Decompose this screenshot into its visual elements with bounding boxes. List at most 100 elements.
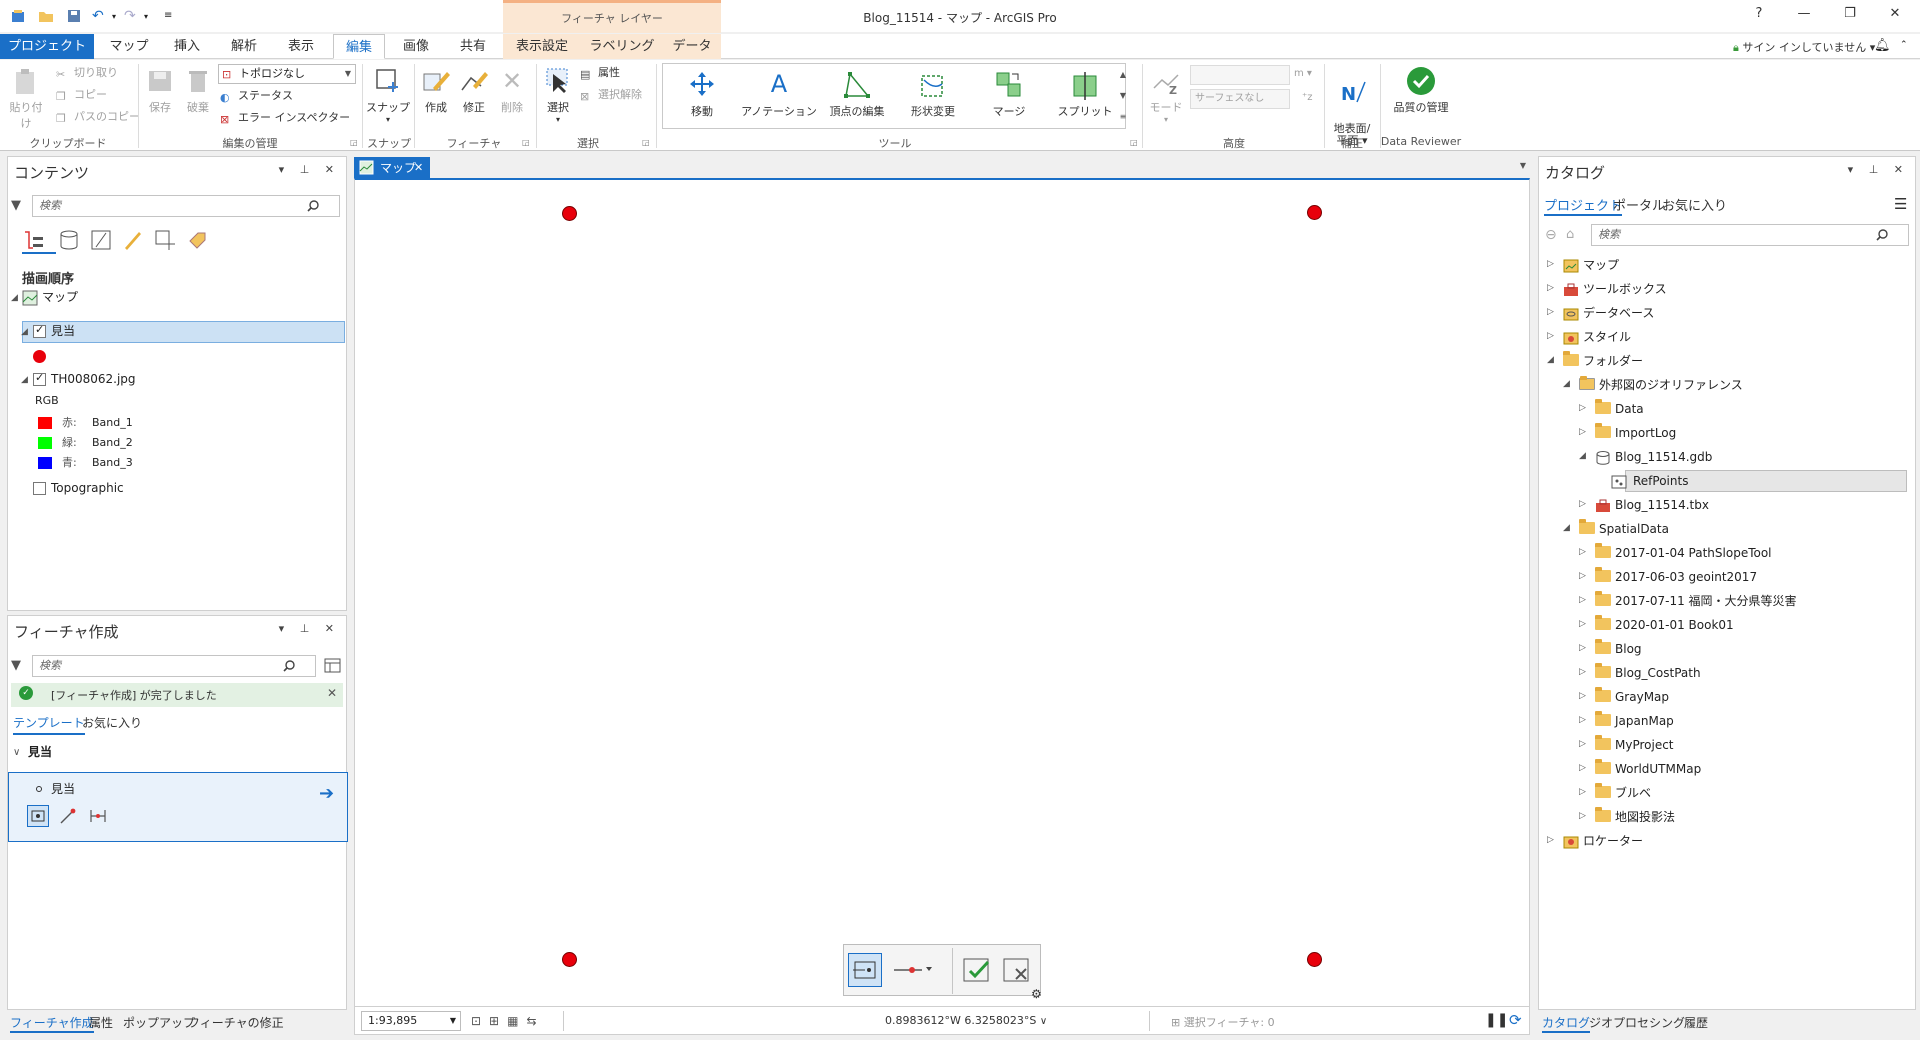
map-canvas[interactable]: [354, 178, 1530, 1006]
tab-labeling[interactable]: ラベリング: [581, 34, 663, 59]
copy-button[interactable]: ❐ コピー: [56, 86, 107, 104]
tree-expander-icon[interactable]: ◢: [1547, 355, 1554, 365]
pane-controls[interactable]: ▾ ⊥ ✕: [279, 622, 340, 635]
toolbar-settings-gear-icon[interactable]: ⚙: [1031, 987, 1045, 1001]
copy-path-button[interactable]: ❐ パスのコピー: [56, 108, 140, 126]
point-along-line-icon[interactable]: [89, 807, 107, 825]
close-tab-icon[interactable]: ✕: [414, 157, 423, 179]
scale-dropdown[interactable]: 1:93,895 ▼: [361, 1011, 461, 1031]
back-icon[interactable]: ⊖: [1545, 227, 1557, 243]
reshape-tool-button[interactable]: 形状変更: [897, 70, 969, 119]
group-expander[interactable]: ∨: [13, 747, 20, 758]
band-color-swatch[interactable]: [38, 457, 52, 469]
layer-raster-expander[interactable]: ◢: [21, 375, 28, 385]
tree-expander-icon[interactable]: ▷: [1579, 691, 1586, 701]
contents-search-input[interactable]: 検索: [32, 195, 340, 217]
topology-dropdown[interactable]: ⊡ トポロジなし ▼: [218, 64, 356, 84]
close-icon[interactable]: ✕: [1885, 6, 1905, 24]
layer-basemap-label[interactable]: Topographic: [51, 478, 124, 498]
tab-templates[interactable]: テンプレート: [13, 714, 85, 735]
paste-button[interactable]: 貼り付け: [6, 66, 46, 131]
finish-icon[interactable]: [960, 953, 994, 987]
tree-expander-icon[interactable]: ◢: [1579, 451, 1586, 461]
tab-popups[interactable]: ポップアップ: [123, 1014, 195, 1031]
tree-expander-icon[interactable]: ▷: [1547, 331, 1554, 341]
tab-data[interactable]: データ: [663, 34, 721, 59]
minimize-icon[interactable]: —: [1794, 6, 1814, 24]
save-edits-button[interactable]: 保存: [142, 66, 178, 115]
tab-favorites[interactable]: お気に入り: [82, 714, 142, 731]
tree-expander-icon[interactable]: ▷: [1547, 259, 1554, 269]
discard-edits-button[interactable]: 破棄: [180, 66, 216, 115]
coordinate-readout[interactable]: 0.8983612°W 6.3258023°S ∨: [885, 1014, 1047, 1027]
elevation-value-input[interactable]: [1190, 65, 1290, 85]
tab-analysis[interactable]: 解析: [219, 34, 269, 59]
tab-view[interactable]: 表示: [276, 34, 326, 59]
layer-raster-checkbox[interactable]: [33, 371, 46, 386]
move-tool-button[interactable]: 移動: [669, 70, 735, 119]
tree-expander-icon[interactable]: ▷: [1579, 787, 1586, 797]
manage-edits-launcher-icon[interactable]: ◲: [350, 138, 358, 147]
tree-expander-icon[interactable]: ◢: [1563, 523, 1570, 533]
layer-points-expander[interactable]: ◢: [21, 327, 28, 337]
band-color-swatch[interactable]: [38, 437, 52, 449]
filter-icon[interactable]: ▼: [11, 198, 21, 213]
tree-expander-icon[interactable]: ▷: [1547, 835, 1554, 845]
tab-insert[interactable]: 挿入: [162, 34, 212, 59]
tab-geoprocessing[interactable]: ジオプロセシング: [1589, 1014, 1685, 1031]
manage-templates-icon[interactable]: [324, 657, 342, 675]
tree-expander-icon[interactable]: ▷: [1579, 763, 1586, 773]
map-node-label[interactable]: マップ: [42, 287, 78, 307]
tab-project[interactable]: プロジェクト: [0, 34, 94, 59]
map-expander[interactable]: ◢: [11, 293, 18, 303]
layer-raster-label[interactable]: TH008062.jpg: [51, 369, 136, 389]
surface-dropdown[interactable]: サーフェスなし: [1190, 89, 1290, 109]
list-by-snapping-icon[interactable]: [154, 229, 176, 251]
restore-icon[interactable]: ❐: [1840, 6, 1860, 24]
point-at-end-of-line-icon[interactable]: [59, 807, 77, 825]
tree-expander-icon[interactable]: ▷: [1579, 739, 1586, 749]
tree-expander-icon[interactable]: ▷: [1579, 619, 1586, 629]
pause-drawing-icon[interactable]: ❚❚: [1485, 1012, 1508, 1028]
tree-expander-icon[interactable]: ▷: [1579, 643, 1586, 653]
pane-controls[interactable]: ▾ ⊥ ✕: [279, 163, 340, 176]
catalog-tab-project[interactable]: プロジェクト: [1544, 195, 1623, 216]
tab-share[interactable]: 共有: [448, 34, 498, 59]
point-on-line-icon[interactable]: [892, 955, 932, 985]
point-tool-icon[interactable]: [27, 805, 49, 827]
map-view-tab[interactable]: マップ ✕: [354, 157, 430, 179]
tree-expander-icon[interactable]: ▷: [1579, 403, 1586, 413]
modify-features-button[interactable]: 修正: [456, 66, 492, 115]
tree-expander-icon[interactable]: ▷: [1579, 547, 1586, 557]
tab-edit[interactable]: 編集: [333, 34, 385, 59]
tab-create-features[interactable]: フィーチャ作成: [10, 1014, 94, 1033]
clear-selection-button[interactable]: ⊠ 選択解除: [580, 86, 642, 104]
tree-expander-icon[interactable]: ▷: [1547, 283, 1554, 293]
home-icon[interactable]: ⌂: [1566, 227, 1574, 242]
split-tool-button[interactable]: スプリット: [1049, 70, 1121, 119]
cut-button[interactable]: ✂ 切り取り: [56, 64, 118, 82]
gallery-scroll[interactable]: ▲ ▼ ≡: [1117, 64, 1129, 128]
features-launcher-icon[interactable]: ◲: [522, 138, 530, 147]
catalog-tab-portal[interactable]: ポータル: [1613, 195, 1665, 214]
list-by-data-source-icon[interactable]: [58, 229, 80, 251]
select-button[interactable]: 選択 ▾: [540, 66, 576, 124]
band-color-swatch[interactable]: [38, 417, 52, 429]
tree-expander-icon[interactable]: ▷: [1579, 499, 1586, 509]
point-construction-icon[interactable]: [848, 953, 882, 987]
ref-point-marker[interactable]: [562, 206, 577, 221]
merge-tool-button[interactable]: マージ: [973, 70, 1045, 119]
annotation-tool-button[interactable]: A アノテーション: [741, 70, 817, 119]
manage-quality-button[interactable]: 品質の管理: [1384, 66, 1458, 115]
ribbon-collapse-icon[interactable]: ⌃: [1900, 40, 1908, 50]
ref-point-marker[interactable]: [1307, 205, 1322, 220]
tree-expander-icon[interactable]: ▷: [1579, 571, 1586, 581]
error-inspector-button[interactable]: ⊠ エラー インスペクター: [220, 109, 350, 127]
close-notice-icon[interactable]: ✕: [327, 686, 337, 700]
templates-search-input[interactable]: 検索: [32, 655, 316, 677]
layer-points-checkbox[interactable]: [33, 323, 46, 338]
edit-vertices-tool-button[interactable]: 頂点の編集: [821, 70, 893, 119]
tree-expander-icon[interactable]: ▷: [1579, 667, 1586, 677]
tree-expander-icon[interactable]: ▷: [1579, 595, 1586, 605]
discard-sketch-icon[interactable]: [1000, 953, 1034, 987]
